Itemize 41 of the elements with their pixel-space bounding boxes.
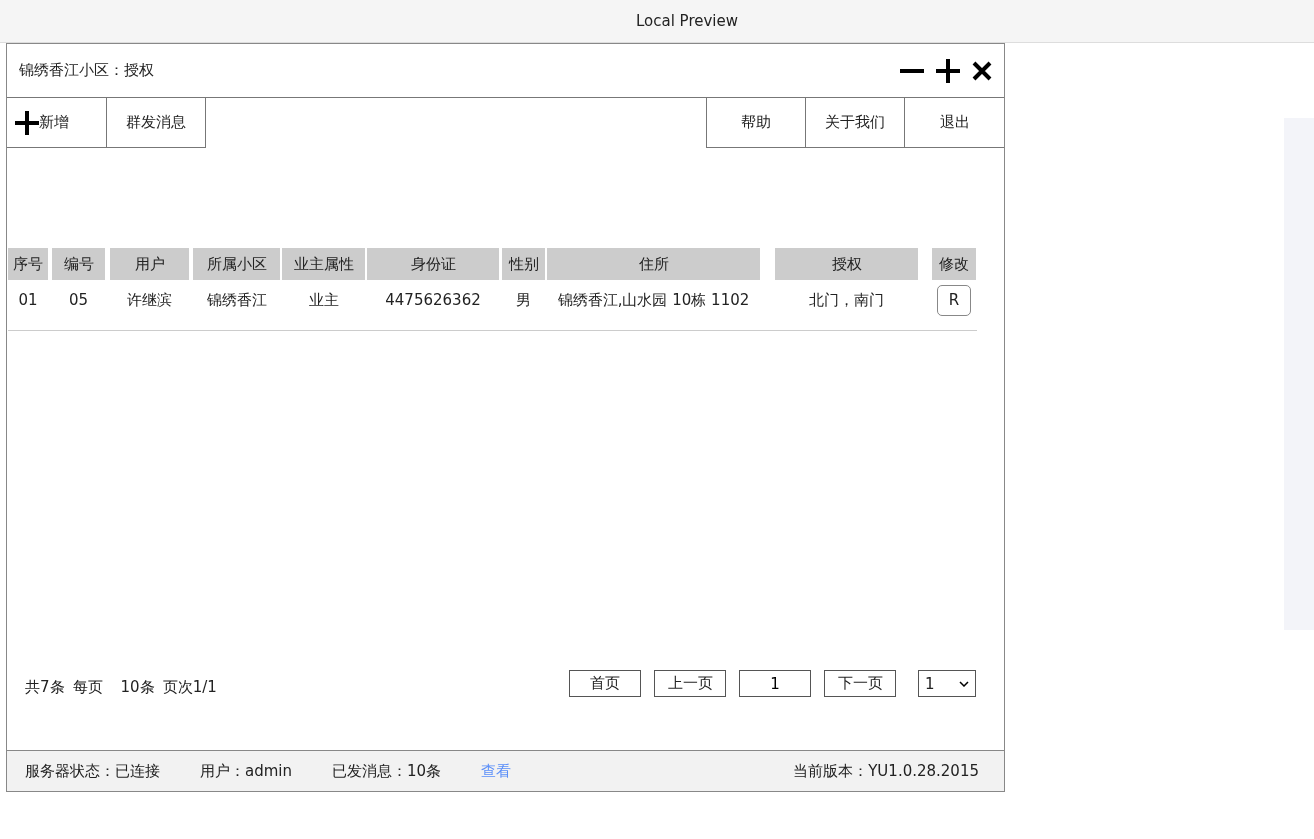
pagination-text: 共7条 bbox=[25, 678, 65, 697]
prev-page-button[interactable]: 上一页 bbox=[654, 670, 726, 697]
table-cell: 锦绣香江,山水园 10栋 1102 bbox=[557, 290, 750, 310]
table-cell: 许继滨 bbox=[127, 290, 172, 310]
table-cell: 01 bbox=[18, 291, 38, 309]
status-text: 服务器状态：已连接 bbox=[25, 761, 160, 781]
window-title: 锦绣香江小区：授权 bbox=[19, 61, 154, 80]
status-text: 已发消息：10条 bbox=[332, 761, 442, 781]
status-text: 用户：admin bbox=[200, 761, 292, 781]
app-title: Local Preview bbox=[635, 12, 738, 30]
column-header: 修改 bbox=[932, 248, 976, 280]
toolbar-button[interactable]: 群发消息 bbox=[106, 98, 206, 148]
table-cell: 05 bbox=[68, 291, 89, 309]
table-cell: 北门，南门 bbox=[809, 290, 884, 310]
column-header: 编号 bbox=[52, 248, 105, 280]
next-page-button[interactable]: 下一页 bbox=[824, 670, 896, 697]
chevron-icon bbox=[959, 680, 969, 687]
column-header: 授权 bbox=[775, 248, 918, 280]
table-cell: 锦绣香江 bbox=[206, 290, 267, 310]
table-cell: 男 bbox=[516, 290, 531, 310]
edit-button[interactable]: R bbox=[937, 284, 971, 316]
column-header: 用户 bbox=[110, 248, 189, 280]
toolbar-button[interactable]: 帮助 bbox=[706, 98, 806, 148]
column-header: 身份证 bbox=[367, 248, 499, 280]
maximize-icon[interactable] bbox=[936, 58, 960, 83]
page-input[interactable]: 1 bbox=[739, 670, 811, 697]
close-icon[interactable] bbox=[972, 60, 992, 81]
page-select[interactable]: 1 bbox=[918, 670, 976, 697]
column-header: 业主属性 bbox=[282, 248, 365, 280]
column-header: 序号 bbox=[8, 248, 48, 280]
table-cell: 业主 bbox=[308, 290, 339, 310]
column-header: 所属小区 bbox=[193, 248, 280, 280]
column-header: 住所 bbox=[547, 248, 760, 280]
pagination-text: 每页 bbox=[72, 678, 103, 697]
version-text: 当前版本：YU1.0.28.2015 bbox=[793, 761, 979, 781]
first-page-button[interactable]: 首页 bbox=[569, 670, 641, 697]
pagination-text: 10条 bbox=[120, 678, 155, 697]
table-cell: 4475626362 bbox=[385, 291, 481, 309]
plus-icon bbox=[15, 110, 39, 135]
column-header: 性别 bbox=[502, 248, 545, 280]
pagination-text: 页次1/1 bbox=[162, 678, 217, 697]
